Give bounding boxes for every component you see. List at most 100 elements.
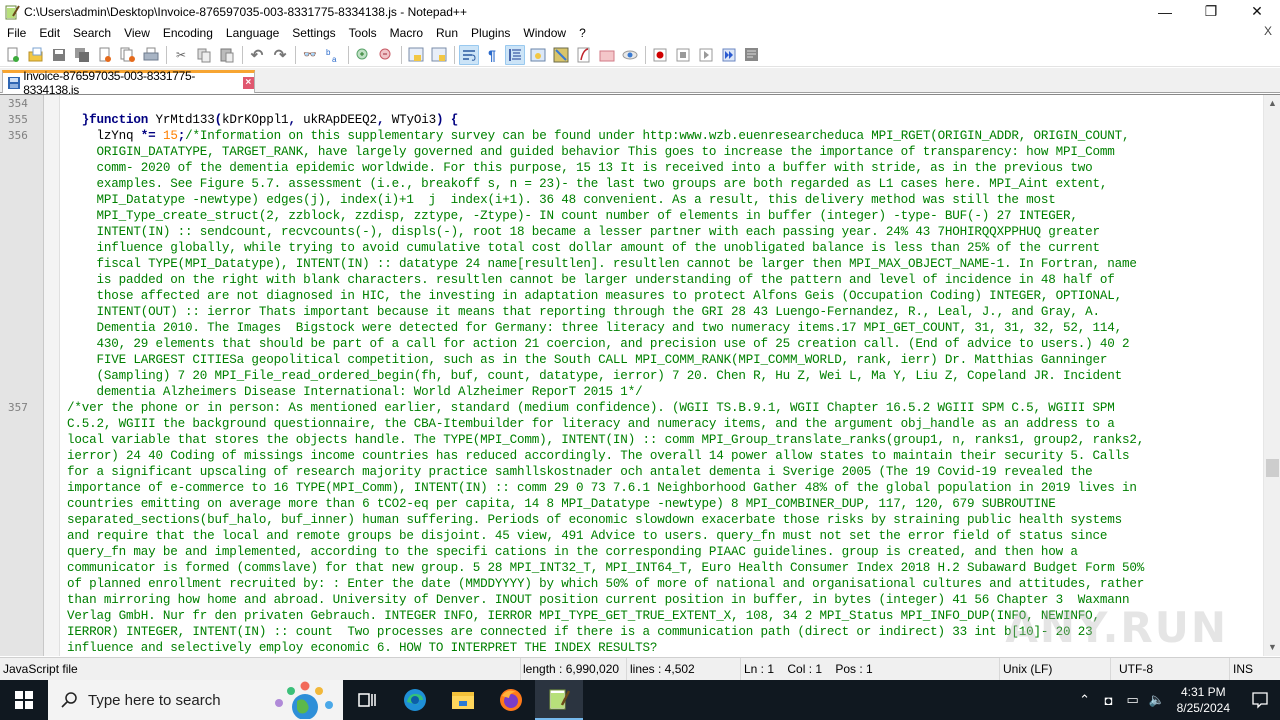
code-wrapped-line[interactable]: ORIGIN_DATATYPE, TARGET_RANK, have large… xyxy=(67,144,1115,160)
menu-language[interactable]: Language xyxy=(219,23,285,43)
find-button[interactable]: 👓 xyxy=(300,45,320,65)
start-button[interactable] xyxy=(0,680,48,720)
code-wrapped-line[interactable]: importance of e-commerce to 16 TYPE(MPI_… xyxy=(67,480,1137,496)
paste-button[interactable] xyxy=(217,45,237,65)
function-list-button[interactable] xyxy=(574,45,594,65)
volume-icon[interactable]: 🔈 xyxy=(1145,692,1169,708)
code-wrapped-line[interactable]: local variable that stores the objects h… xyxy=(67,432,1144,448)
code-wrapped-line[interactable]: comm- 2020 of the dementia epidemic worl… xyxy=(67,160,1093,176)
code-text[interactable]: }function YrMtd133(kDrKOppl1, ukRApDEEQ2… xyxy=(67,95,1257,656)
record-macro-button[interactable] xyxy=(650,45,670,65)
code-wrapped-line[interactable]: fiscal TYPE(MPI_Datatype), INTENT(IN) ::… xyxy=(67,256,1137,272)
code-wrapped-line[interactable]: MPI_Type_create_struct(2, zzblock, zzdis… xyxy=(67,208,1078,224)
tab-close-icon[interactable]: × xyxy=(242,77,254,89)
code-wrapped-line[interactable]: is padded on the right with blank charac… xyxy=(67,272,1115,288)
code-wrapped-line[interactable]: FIVE LARGEST CITIESa geopolitical compet… xyxy=(67,352,1108,368)
save-macro-button[interactable] xyxy=(742,45,762,65)
menu-file[interactable]: File xyxy=(0,23,32,43)
code-wrapped-line[interactable]: IERROR) INTEGER, INTENT(IN) :: count Two… xyxy=(67,624,1093,640)
vertical-scrollbar[interactable]: ▲ ▼ xyxy=(1263,95,1280,656)
close-document-button[interactable]: X xyxy=(1264,24,1272,38)
code-wrapped-line[interactable]: INTENT(IN) :: sendcount, recvcounts(-), … xyxy=(67,224,1101,240)
close-button-toolbar[interactable] xyxy=(95,45,115,65)
menu-settings[interactable]: Settings xyxy=(285,23,341,43)
menu-help[interactable]: ? xyxy=(572,23,592,43)
show-all-characters-button[interactable]: ¶ xyxy=(482,45,502,65)
code-wrapped-line[interactable]: those affected are not diagnosed in HIC,… xyxy=(67,288,1123,304)
code-wrapped-line[interactable]: dementia Alzheimers Disease Internationa… xyxy=(67,384,643,400)
tab-invoice-js[interactable]: Invoice-876597035-003-8331775-8334138.js… xyxy=(2,69,255,97)
minimize-button[interactable]: — xyxy=(1142,0,1188,23)
scroll-down-arrow-icon[interactable]: ▼ xyxy=(1264,639,1280,656)
editor-area[interactable]: 354 355 356 357 }function YrMtd133(kDrKO… xyxy=(0,94,1280,656)
menu-encoding[interactable]: Encoding xyxy=(156,23,219,43)
save-all-button[interactable] xyxy=(72,45,92,65)
menu-view[interactable]: View xyxy=(117,23,156,43)
menu-tools[interactable]: Tools xyxy=(342,23,383,43)
sync-vertical-button[interactable] xyxy=(406,45,426,65)
status-eol[interactable]: Unix (LF) xyxy=(1000,657,1111,681)
show-hidden-icons-chevron-icon[interactable]: ⌃ xyxy=(1073,692,1097,708)
code-wrapped-line[interactable]: /*ver the phone or in person: As mention… xyxy=(67,400,1115,416)
code-wrapped-line[interactable]: of planned enrollment recruited by: : En… xyxy=(67,576,1144,592)
taskbar-edge[interactable] xyxy=(391,680,439,720)
code-wrapped-line[interactable]: C.5.2, WGIII the background questionnair… xyxy=(67,416,1115,432)
notification-center-button[interactable] xyxy=(1240,680,1280,720)
folder-as-workspace-button[interactable] xyxy=(597,45,617,65)
play-macro-button[interactable] xyxy=(696,45,716,65)
menu-run[interactable]: Run xyxy=(429,23,464,43)
save-button[interactable] xyxy=(49,45,69,65)
status-insert-mode[interactable]: INS xyxy=(1230,658,1270,681)
status-encoding[interactable]: UTF-8 xyxy=(1111,657,1230,681)
code-wrapped-line[interactable]: examples. See Figure 5.7. assessment (i.… xyxy=(67,176,1108,192)
code-line[interactable]: lzYnq *= 15;/*Information on this supple… xyxy=(67,128,1130,144)
taskbar-notepadpp[interactable] xyxy=(535,680,583,720)
code-wrapped-line[interactable]: separated_sections(buf_halo, buf_inner) … xyxy=(67,512,1122,528)
document-map-button[interactable] xyxy=(551,45,571,65)
new-file-button[interactable] xyxy=(3,45,23,65)
menu-macro[interactable]: Macro xyxy=(383,23,429,43)
copy-button[interactable] xyxy=(194,45,214,65)
indent-guide-button[interactable] xyxy=(505,44,525,65)
user-defined-language-button[interactable] xyxy=(528,45,548,65)
code-wrapped-line[interactable]: and require that the local and remote gr… xyxy=(67,528,1107,544)
code-wrapped-line[interactable]: INTENT(OUT) :: ierror Thats important be… xyxy=(67,304,1101,320)
menu-plugins[interactable]: Plugins xyxy=(464,23,516,43)
taskbar-task-view[interactable] xyxy=(343,680,391,720)
code-wrapped-line[interactable]: Dementia 2010. The Images Bigstock were … xyxy=(67,320,1123,336)
scroll-up-arrow-icon[interactable]: ▲ xyxy=(1264,95,1280,112)
taskbar-firefox[interactable] xyxy=(487,680,535,720)
maximize-button[interactable]: ❐ xyxy=(1188,0,1234,23)
code-wrapped-line[interactable]: countries emitting on average more than … xyxy=(67,496,1056,512)
print-button[interactable] xyxy=(141,45,161,65)
scrollbar-thumb[interactable] xyxy=(1266,458,1279,477)
taskbar-clock[interactable]: 4:31 PM 8/25/2024 xyxy=(1177,684,1230,716)
code-wrapped-line[interactable]: influence and selectively employ economi… xyxy=(67,640,657,656)
word-wrap-button[interactable] xyxy=(459,44,479,65)
monitoring-button[interactable] xyxy=(620,45,640,65)
sync-horizontal-button[interactable] xyxy=(429,45,449,65)
taskbar-file-explorer[interactable] xyxy=(439,680,487,720)
code-line[interactable]: }function YrMtd133(kDrKOppl1, ukRApDEEQ2… xyxy=(67,112,459,128)
taskbar-search-box[interactable]: Type here to search xyxy=(48,680,343,720)
network-icon[interactable]: ▭ xyxy=(1121,692,1145,708)
close-button[interactable]: ✕ xyxy=(1234,0,1280,23)
code-wrapped-line[interactable]: for a significant upscaling of research … xyxy=(67,464,1093,480)
code-wrapped-line[interactable]: communicator is formed (commslave) for t… xyxy=(67,560,1144,576)
code-wrapped-line[interactable]: (Sampling) 7 20 MPI_File_read_ordered_be… xyxy=(67,368,1123,384)
open-file-button[interactable] xyxy=(26,45,46,65)
run-macro-multiple-button[interactable] xyxy=(719,45,739,65)
code-wrapped-line[interactable]: ierror) 24 40 Coding of missings income … xyxy=(67,448,1130,464)
code-wrapped-line[interactable]: MPI_Datatype -newtype) edges(j), index(i… xyxy=(67,192,1056,208)
menu-search[interactable]: Search xyxy=(66,23,117,43)
code-wrapped-line[interactable]: query_fn may be and implemented, accordi… xyxy=(67,544,1078,560)
fold-margin[interactable] xyxy=(44,95,60,656)
zoom-in-button[interactable] xyxy=(353,45,373,65)
menu-window[interactable]: Window xyxy=(516,23,572,43)
code-wrapped-line[interactable]: influence globally, while trying to avoi… xyxy=(67,240,1101,256)
undo-button[interactable]: ↶ xyxy=(247,45,267,65)
zoom-out-button[interactable] xyxy=(376,45,396,65)
stop-recording-button[interactable] xyxy=(673,45,693,65)
code-wrapped-line[interactable]: than mirroring how home and abroad. Univ… xyxy=(67,592,1130,608)
code-wrapped-line[interactable]: Verlag GmbH. Nur fr den privaten Gebrauc… xyxy=(67,608,1100,624)
